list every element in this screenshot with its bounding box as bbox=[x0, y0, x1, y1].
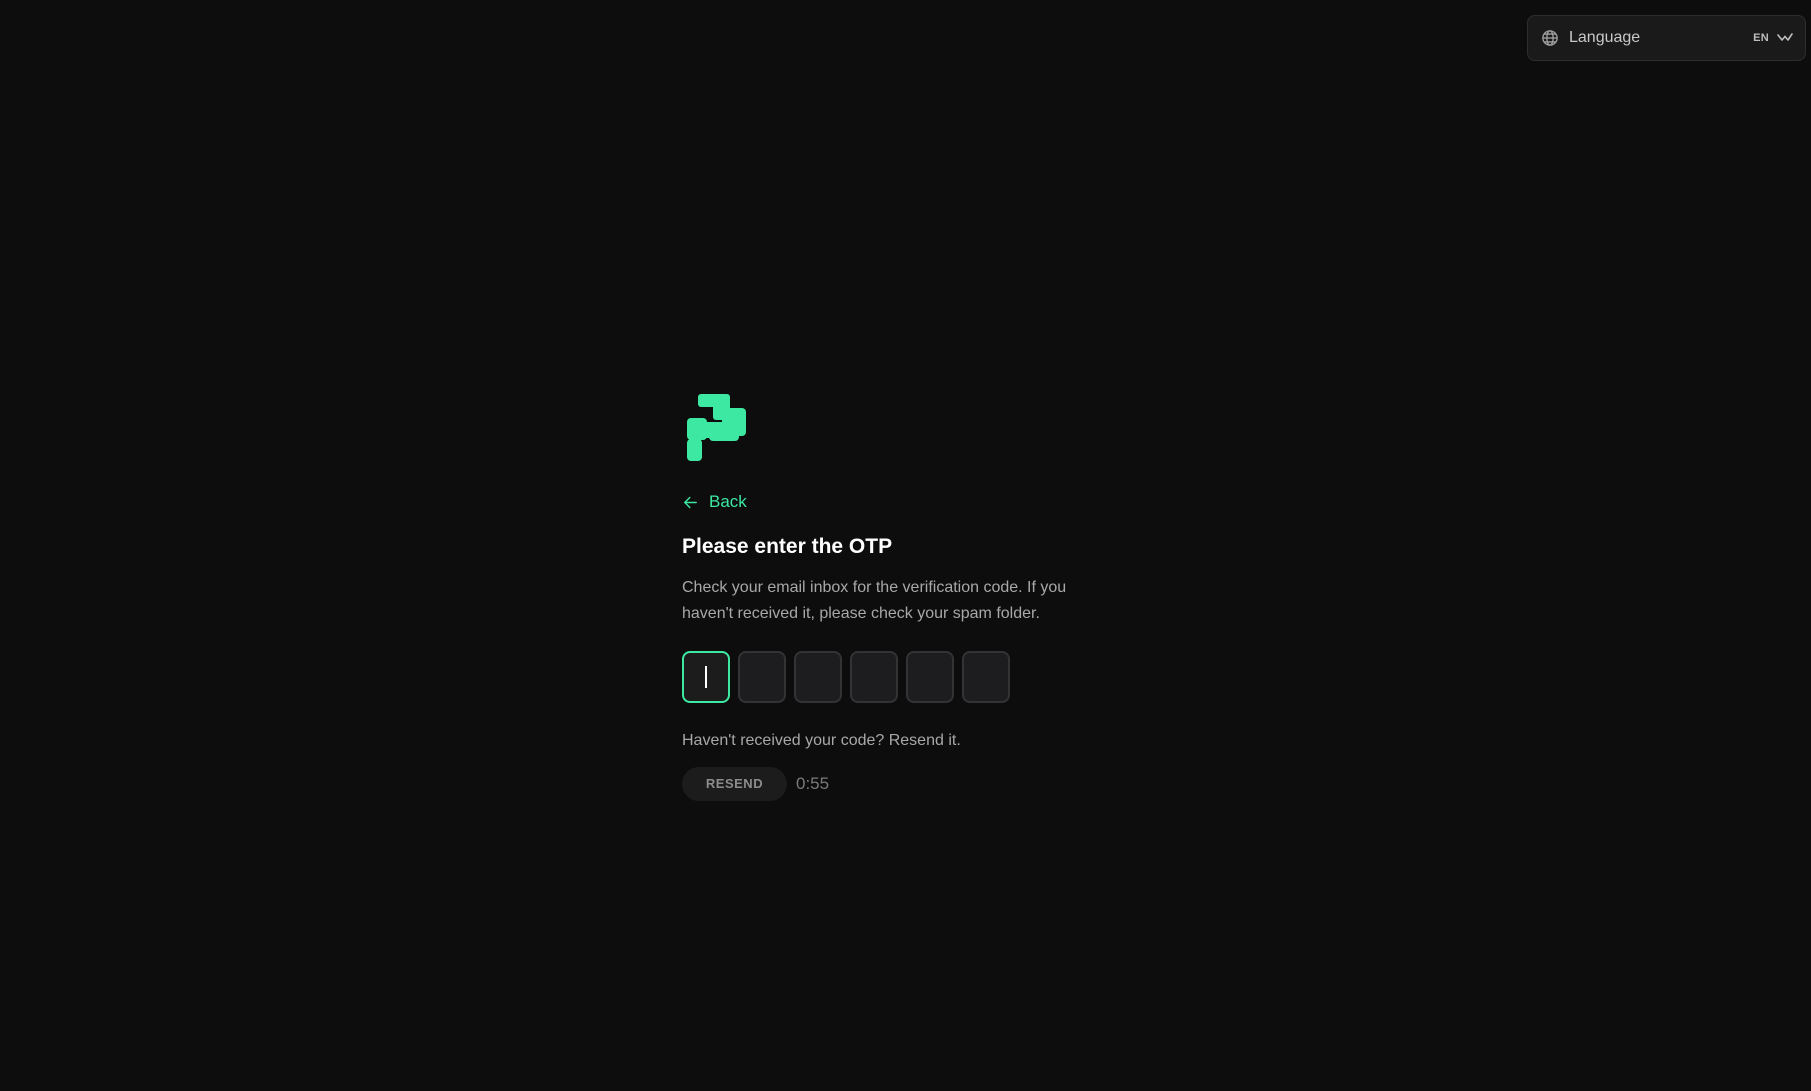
otp-page: Language EN Back Please enter the OTP Ch… bbox=[0, 0, 1811, 1091]
page-description: Check your email inbox for the verificat… bbox=[682, 578, 1067, 622]
otp-digit-5[interactable] bbox=[906, 650, 954, 703]
resend-timer: 0:55 bbox=[796, 773, 830, 793]
brand-logo bbox=[682, 394, 746, 462]
text-caret bbox=[705, 665, 707, 688]
chevron-down-icon bbox=[1777, 31, 1793, 45]
otp-digit-3[interactable] bbox=[794, 650, 842, 703]
language-code: EN bbox=[1753, 32, 1769, 44]
page-title: Please enter the OTP bbox=[682, 534, 893, 558]
globe-icon bbox=[1540, 28, 1560, 48]
otp-digit-1[interactable] bbox=[682, 650, 730, 703]
arrow-left-icon bbox=[682, 493, 700, 511]
otp-form: Back Please enter the OTP Check your ema… bbox=[682, 394, 1102, 801]
resend-row: RESEND 0:55 bbox=[682, 766, 1102, 801]
resend-button[interactable]: RESEND bbox=[682, 766, 787, 801]
otp-input-group bbox=[682, 650, 1102, 703]
back-label: Back bbox=[709, 492, 747, 511]
back-link[interactable]: Back bbox=[682, 491, 747, 513]
otp-digit-2[interactable] bbox=[738, 650, 786, 703]
language-label: Language bbox=[1569, 29, 1641, 46]
resend-hint: Haven't received your code? Resend it. bbox=[682, 731, 961, 749]
otp-digit-6[interactable] bbox=[962, 650, 1010, 703]
language-selector[interactable]: Language EN bbox=[1527, 15, 1806, 61]
otp-digit-4[interactable] bbox=[850, 650, 898, 703]
